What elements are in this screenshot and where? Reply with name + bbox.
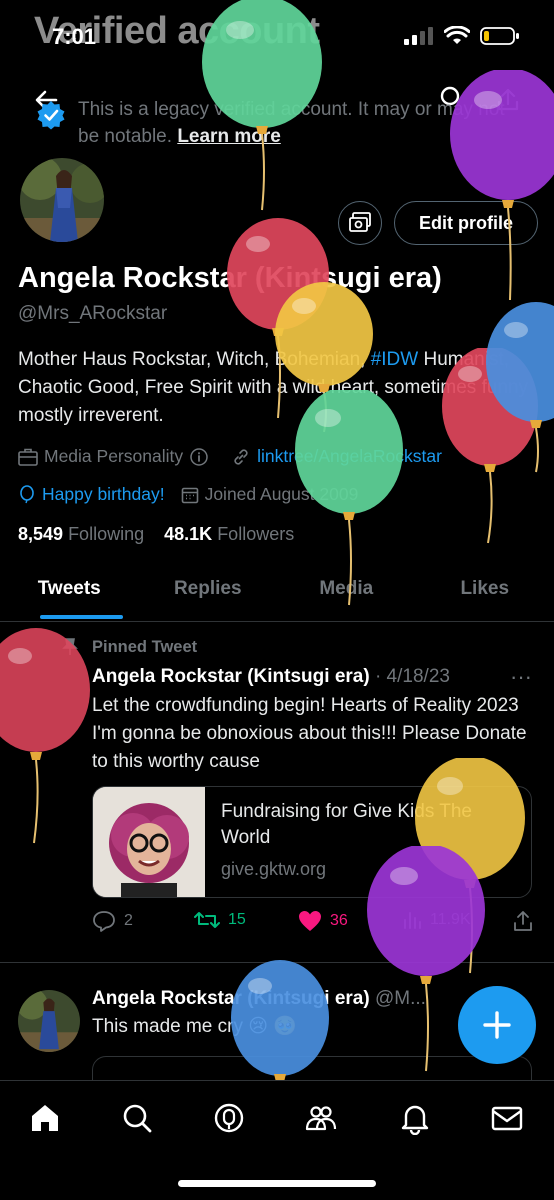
link-icon — [234, 448, 248, 465]
tweet-author-name[interactable]: Angela Rockstar (Kintsugi era) — [92, 666, 370, 687]
birthday-label: Happy birthday! — [42, 484, 165, 504]
tweet-text: Let the crowdfunding begin! Hearts of Re… — [92, 695, 527, 772]
card-domain: give.gktw.org — [221, 859, 327, 879]
verified-notice-text: This is a legacy verified account. It ma… — [78, 96, 518, 150]
verified-notice-body: This is a legacy verified account. It ma… — [78, 99, 505, 147]
tab-replies[interactable]: Replies — [139, 566, 278, 621]
tweet-more-icon[interactable]: ··· — [510, 664, 532, 690]
heart-icon — [299, 911, 321, 931]
following-label: Following — [68, 524, 145, 544]
card-title: Fundraising for Give Kids The World — [221, 801, 472, 848]
tweet-actions: 2 15 36 11.9K — [92, 910, 542, 940]
wifi-icon — [444, 26, 470, 44]
followers-label: Followers — [217, 524, 295, 544]
tweet-author-avatar[interactable] — [18, 990, 80, 1052]
retweet-count: 15 — [228, 911, 246, 928]
profile-tabs: Tweets Replies Media Likes — [0, 566, 554, 622]
battery-icon — [480, 27, 519, 45]
profile-meta-row-2: Happy birthday! Joined August 2009 — [18, 484, 374, 505]
info-icon[interactable] — [189, 447, 209, 467]
pinned-tweet-label: Pinned Tweet — [92, 638, 198, 656]
tweet-author-line[interactable]: Angela Rockstar (Kintsugi era) · 4/18/23 — [92, 666, 450, 688]
compose-tweet-button[interactable] — [458, 986, 536, 1064]
joined-label: Joined August 2009 — [204, 484, 359, 504]
search-icon[interactable] — [120, 1101, 154, 1135]
money-icon — [349, 212, 371, 232]
profile-meta-row-1: Media Personality linktree/AngelaRocksta… — [18, 446, 458, 467]
spaces-icon[interactable] — [212, 1101, 246, 1135]
cellular-signal-icon — [404, 27, 433, 45]
plus-icon — [483, 1011, 511, 1039]
reply-button[interactable]: 2 — [92, 910, 133, 932]
reply-icon — [93, 911, 115, 932]
calendar-icon — [181, 487, 198, 503]
retweet-button[interactable]: 15 — [194, 910, 246, 930]
joined-item: Joined August 2009 — [181, 484, 359, 505]
home-icon[interactable] — [28, 1101, 62, 1135]
profile-avatar[interactable] — [18, 156, 106, 244]
bio-hashtag-link[interactable]: #IDW — [371, 349, 419, 370]
category-item: Media Personality — [18, 446, 215, 467]
card-image — [93, 787, 205, 897]
communities-icon[interactable] — [304, 1101, 338, 1135]
briefcase-icon — [18, 448, 38, 466]
followers-link[interactable]: 48.1K Followers — [164, 524, 294, 544]
category-label: Media Personality — [44, 446, 184, 466]
verified-badge-icon — [37, 101, 65, 130]
tweet-date: · 4/18/23 — [374, 666, 450, 687]
views-chart-icon — [404, 912, 421, 929]
messages-envelope-icon[interactable] — [490, 1101, 524, 1135]
learn-more-link[interactable]: Learn more — [177, 126, 280, 147]
like-count: 36 — [330, 912, 348, 929]
tweet2-author-name[interactable]: Angela Rockstar (Kintsugi era) — [92, 988, 370, 1009]
edit-profile-button[interactable]: Edit profile — [394, 201, 538, 245]
reply-count: 2 — [124, 912, 133, 929]
tweet-divider — [0, 962, 554, 963]
tab-tweets[interactable]: Tweets — [0, 566, 139, 621]
share-icon — [514, 911, 532, 931]
home-indicator — [178, 1180, 376, 1187]
tweet2-handle: @M... — [374, 988, 426, 1009]
balloon-icon — [20, 484, 34, 503]
website-item[interactable]: linktree/AngelaRockstar — [231, 446, 442, 467]
birthday-item: Happy birthday! — [18, 484, 165, 505]
like-button[interactable]: 36 — [298, 910, 348, 932]
profile-display-name: Angela Rockstar (Kintsugi era) — [18, 262, 442, 294]
balloon-red-left — [0, 628, 90, 844]
status-icons — [404, 26, 520, 46]
following-count: 8,549 — [18, 524, 64, 544]
sheet-title: Verified account — [34, 10, 320, 52]
views-button[interactable]: 11.9K — [402, 910, 471, 930]
follow-counts: 8,549 Following 48.1K Followers — [18, 524, 294, 545]
tab-media[interactable]: Media — [277, 566, 416, 621]
following-link[interactable]: 8,549 Following — [18, 524, 144, 544]
followers-count: 48.1K — [164, 524, 213, 544]
profile-bio: Mother Haus Rockstar, Witch, Bohemian, #… — [18, 346, 542, 430]
share-tweet-button[interactable] — [512, 910, 542, 932]
tweet2-author-line[interactable]: Angela Rockstar (Kintsugi era) @M... — [92, 988, 426, 1010]
profile-handle: @Mrs_ARockstar — [18, 303, 168, 324]
retweet-icon — [194, 912, 220, 928]
link-preview-card[interactable]: Fundraising for Give Kids The World give… — [92, 786, 532, 898]
tweet2-text: This made me cry 😢 🥹 — [92, 1016, 298, 1037]
pin-icon — [62, 638, 78, 655]
views-count: 11.9K — [430, 911, 471, 928]
website-link[interactable]: linktree/AngelaRockstar — [257, 446, 442, 467]
tab-likes[interactable]: Likes — [416, 566, 554, 621]
professional-tools-button[interactable] — [338, 201, 382, 245]
bio-text-start: Mother Haus Rockstar, Witch, Bohemian, — [18, 349, 371, 370]
notifications-bell-icon[interactable] — [398, 1101, 432, 1135]
